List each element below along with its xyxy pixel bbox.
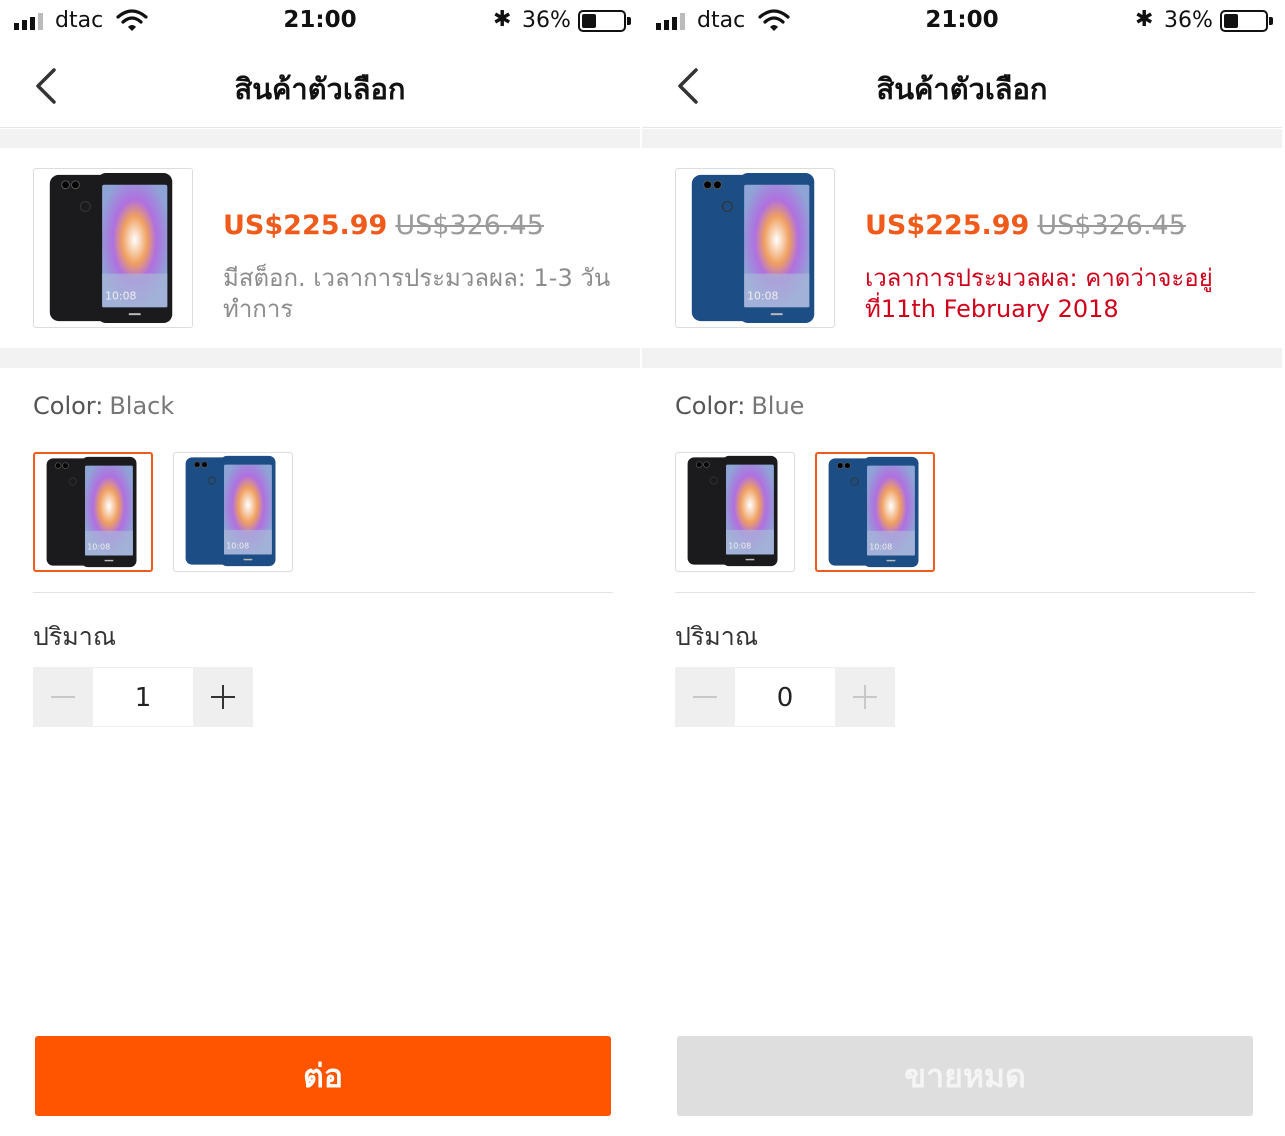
battery-percentage: 36% (1164, 8, 1213, 33)
battery-tip (627, 17, 631, 25)
battery-icon (578, 10, 626, 32)
status-bar: dtac 21:00 ✱ 36% (642, 0, 1282, 44)
color-row: Color: Black (33, 392, 174, 420)
battery-level (1224, 14, 1239, 28)
page-title: สินค้าตัวเลือก (234, 72, 406, 106)
battery-level (582, 14, 597, 28)
battery-icon (1220, 10, 1268, 32)
screen-black-variant: dtac 21:00 ✱ 36% สินค้าตัวเลือก 10:08 US… (0, 0, 640, 1136)
battery-percentage: 36% (522, 8, 571, 33)
quantity-value[interactable]: 0 (735, 667, 835, 727)
svg-text:10:08: 10:08 (87, 543, 110, 552)
page-title: สินค้าตัวเลือก (876, 72, 1048, 106)
continue-button[interactable]: ต่อ (35, 1036, 611, 1116)
price-line: US$225.99 US$326.45 (865, 210, 1186, 241)
phone-illustration: 10:08 (691, 172, 815, 324)
color-row: Color: Blue (675, 392, 804, 420)
bluetooth-icon: ✱ (1135, 7, 1154, 32)
divider (33, 592, 613, 593)
color-label: Color: (33, 392, 104, 420)
navigation-bar: สินค้าตัวเลือก (642, 44, 1282, 128)
sale-price: US$225.99 (865, 210, 1030, 241)
quantity-label: ปริมาณ (675, 622, 759, 651)
section-separator (642, 348, 1282, 368)
minus-icon[interactable] (33, 667, 93, 727)
stock-status: เวลาการประมวลผล: คาดว่าจะอยู่ที่11th Feb… (865, 264, 1213, 323)
plus-icon[interactable] (835, 667, 895, 727)
color-value: Black (109, 392, 175, 420)
divider (675, 592, 1255, 593)
svg-text:10:08: 10:08 (747, 289, 778, 302)
sold-out-button[interactable]: ขายหมด (677, 1036, 1253, 1116)
section-separator (642, 129, 1282, 148)
bluetooth-icon: ✱ (493, 7, 512, 32)
section-separator (0, 129, 640, 148)
color-swatch-black[interactable]: 10:08 (33, 452, 153, 572)
quantity-stepper: 0 (675, 667, 895, 727)
svg-text:10:08: 10:08 (869, 543, 892, 552)
product-image[interactable]: 10:08 (33, 168, 193, 328)
price-line: US$225.99 US$326.45 (223, 210, 544, 241)
original-price: US$326.45 (395, 210, 544, 241)
quantity-stepper: 1 (33, 667, 253, 727)
section-separator (0, 348, 640, 368)
phone-illustration: 10:08 (49, 172, 173, 324)
screen-blue-variant: dtac 21:00 ✱ 36% สินค้าตัวเลือก 10:08 US… (642, 0, 1282, 1136)
svg-text:10:08: 10:08 (728, 542, 751, 551)
quantity-value[interactable]: 1 (93, 667, 193, 727)
minus-icon[interactable] (675, 667, 735, 727)
color-swatch-blue[interactable]: 10:08 (815, 452, 935, 572)
color-swatch-blue[interactable]: 10:08 (173, 452, 293, 572)
navigation-bar: สินค้าตัวเลือก (0, 44, 640, 128)
quantity-label: ปริมาณ (33, 622, 117, 651)
svg-text:10:08: 10:08 (226, 542, 249, 551)
sale-price: US$225.99 (223, 210, 388, 241)
plus-icon[interactable] (193, 667, 253, 727)
phone-illustration: 10:08 (687, 455, 778, 567)
product-image[interactable]: 10:08 (675, 168, 835, 328)
status-bar: dtac 21:00 ✱ 36% (0, 0, 640, 44)
battery-tip (1269, 17, 1273, 25)
svg-text:10:08: 10:08 (105, 289, 136, 302)
stock-status: มีสต็อก. เวลาการประมวลผล: 1-3 วันทำการ (223, 264, 611, 323)
color-label: Color: (675, 392, 746, 420)
phone-illustration: 10:08 (185, 455, 276, 567)
phone-illustration: 10:08 (46, 456, 137, 568)
phone-illustration: 10:08 (828, 456, 919, 568)
color-value: Blue (751, 392, 805, 420)
color-swatch-black[interactable]: 10:08 (675, 452, 795, 572)
original-price: US$326.45 (1037, 210, 1186, 241)
